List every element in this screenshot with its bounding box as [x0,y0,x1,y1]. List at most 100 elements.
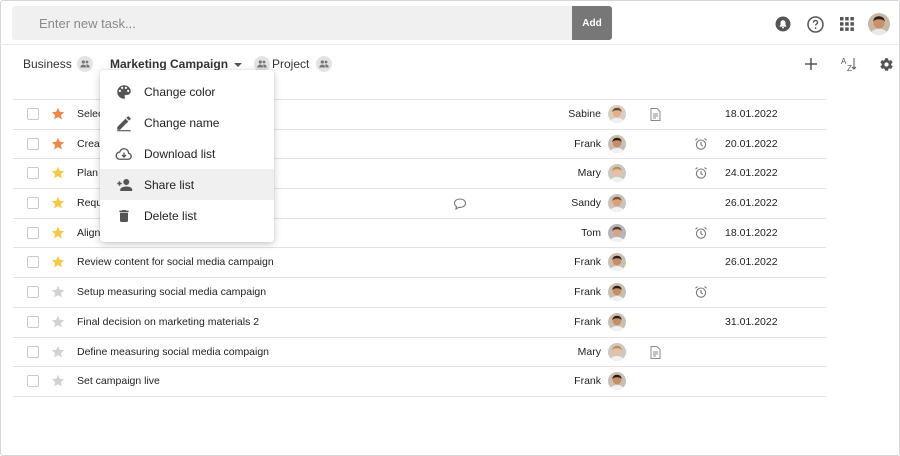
shared-people-icon [76,56,93,72]
alarm-clock-icon[interactable] [694,137,708,151]
assignee-name: Tom [581,226,601,239]
add-icon[interactable] [802,55,820,73]
trash-icon [115,207,133,225]
add-person-icon [115,176,133,194]
menu-item-label: Download list [144,147,216,161]
task-checkbox[interactable] [27,108,39,120]
task-checkbox[interactable] [27,286,39,299]
tab-label: Business [23,57,72,71]
alarm-clock-icon[interactable] [694,166,708,180]
task-checkbox[interactable] [27,137,39,150]
task-row[interactable]: Set campaign live Frank [13,367,826,397]
task-checkbox[interactable] [27,226,39,239]
assignee-avatar[interactable] [608,194,626,213]
assignee-avatar[interactable] [608,164,626,183]
due-date: 20.01.2022 [725,137,778,150]
shared-people-icon [316,56,333,72]
task-checkbox[interactable] [27,345,39,358]
note-icon[interactable] [650,108,661,121]
assignee-name: Frank [574,256,601,269]
sort-az-icon[interactable]: AZ [840,55,858,73]
due-date: 24.01.2022 [725,167,778,180]
menu-item-change-color[interactable]: Change color [100,76,274,107]
assignee-avatar[interactable] [608,342,626,361]
menu-item-share-list[interactable]: Share list [100,169,274,200]
assignee-avatar[interactable] [608,372,626,391]
task-checkbox[interactable] [27,197,39,210]
assignee-name: Frank [574,375,601,388]
notification-icon[interactable] [774,15,792,33]
list-options-menu: Change color Change name Download list Shar… [100,70,274,242]
assignee-name: Frank [574,137,601,150]
help-icon[interactable] [806,15,824,33]
assignee-name: Frank [574,286,601,299]
task-row[interactable]: Review content for social media campaign… [13,248,826,279]
task-checkbox[interactable] [27,256,39,269]
task-title[interactable]: Plan [77,167,98,179]
menu-item-label: Delete list [144,209,197,223]
assignee-avatar[interactable] [608,223,626,242]
task-title[interactable]: Define measuring social media compaign [77,346,269,358]
alarm-clock-icon[interactable] [694,226,708,240]
due-date: 18.01.2022 [725,226,778,239]
task-title[interactable]: Review content for social media campaign [77,256,274,268]
task-title[interactable]: Creat [77,138,103,150]
chevron-down-icon[interactable] [234,62,243,67]
due-date: 26.01.2022 [725,197,778,210]
task-row[interactable]: Final decision on marketing materials 2 F… [13,308,826,338]
star-icon[interactable] [51,285,65,299]
pencil-icon [115,114,133,132]
assignee-avatar[interactable] [608,283,626,302]
assignee-name: Sabine [568,108,601,120]
note-icon[interactable] [650,345,661,359]
star-icon[interactable] [51,315,65,329]
task-title[interactable]: Setup measuring social media campaign [77,286,266,298]
assignee-avatar[interactable] [608,105,626,123]
assignee-name: Mary [577,345,601,358]
menu-item-label: Change color [144,85,216,99]
menu-item-download-list[interactable]: Download list [100,138,274,169]
assignee-avatar[interactable] [608,253,626,272]
task-checkbox[interactable] [27,375,39,388]
menu-item-change-name[interactable]: Change name [100,107,274,138]
task-checkbox[interactable] [27,167,39,180]
alarm-clock-icon[interactable] [694,285,708,299]
star-icon[interactable] [51,137,65,151]
star-icon[interactable] [51,196,65,210]
task-title[interactable]: Final decision on marketing materials 2 [77,316,259,328]
star-icon[interactable] [51,226,65,240]
new-task-input[interactable] [12,6,574,40]
menu-item-label: Change name [144,116,220,130]
tab-business[interactable]: Business [23,50,93,78]
top-bar: Add [0,0,900,45]
assignee-name: Mary [577,167,601,180]
assignee-avatar[interactable] [608,134,626,153]
assignee-name: Sandy [571,197,601,210]
star-icon[interactable] [51,345,65,359]
star-icon[interactable] [51,107,65,121]
assignee-avatar[interactable] [608,312,626,331]
star-icon[interactable] [51,374,65,388]
tab-label: Marketing Campaign [110,57,229,71]
task-title[interactable]: Requpany [77,197,260,209]
cloud-download-icon [115,145,133,163]
settings-icon[interactable] [877,55,895,73]
star-icon[interactable] [51,166,65,180]
menu-item-delete-list[interactable]: Delete list [100,200,274,231]
apps-grid-icon[interactable] [838,15,856,33]
task-title[interactable]: Align [77,227,100,239]
task-row[interactable]: Define measuring social media compaign Ma… [13,338,826,368]
menu-item-label: Share list [144,178,195,192]
task-title[interactable]: Set campaign live [77,375,160,387]
star-icon[interactable] [51,255,65,269]
task-checkbox[interactable] [27,315,39,328]
tab-project[interactable]: Project [272,50,333,78]
comment-icon[interactable] [453,197,467,211]
due-date: 31.01.2022 [725,315,778,328]
svg-text:Z: Z [847,64,852,72]
due-date: 18.01.2022 [725,108,778,120]
user-avatar[interactable] [868,13,890,35]
add-task-button[interactable]: Add [572,6,612,40]
tab-label: Project [272,57,310,71]
task-row[interactable]: Setup measuring social media campaign Fra… [13,278,826,308]
